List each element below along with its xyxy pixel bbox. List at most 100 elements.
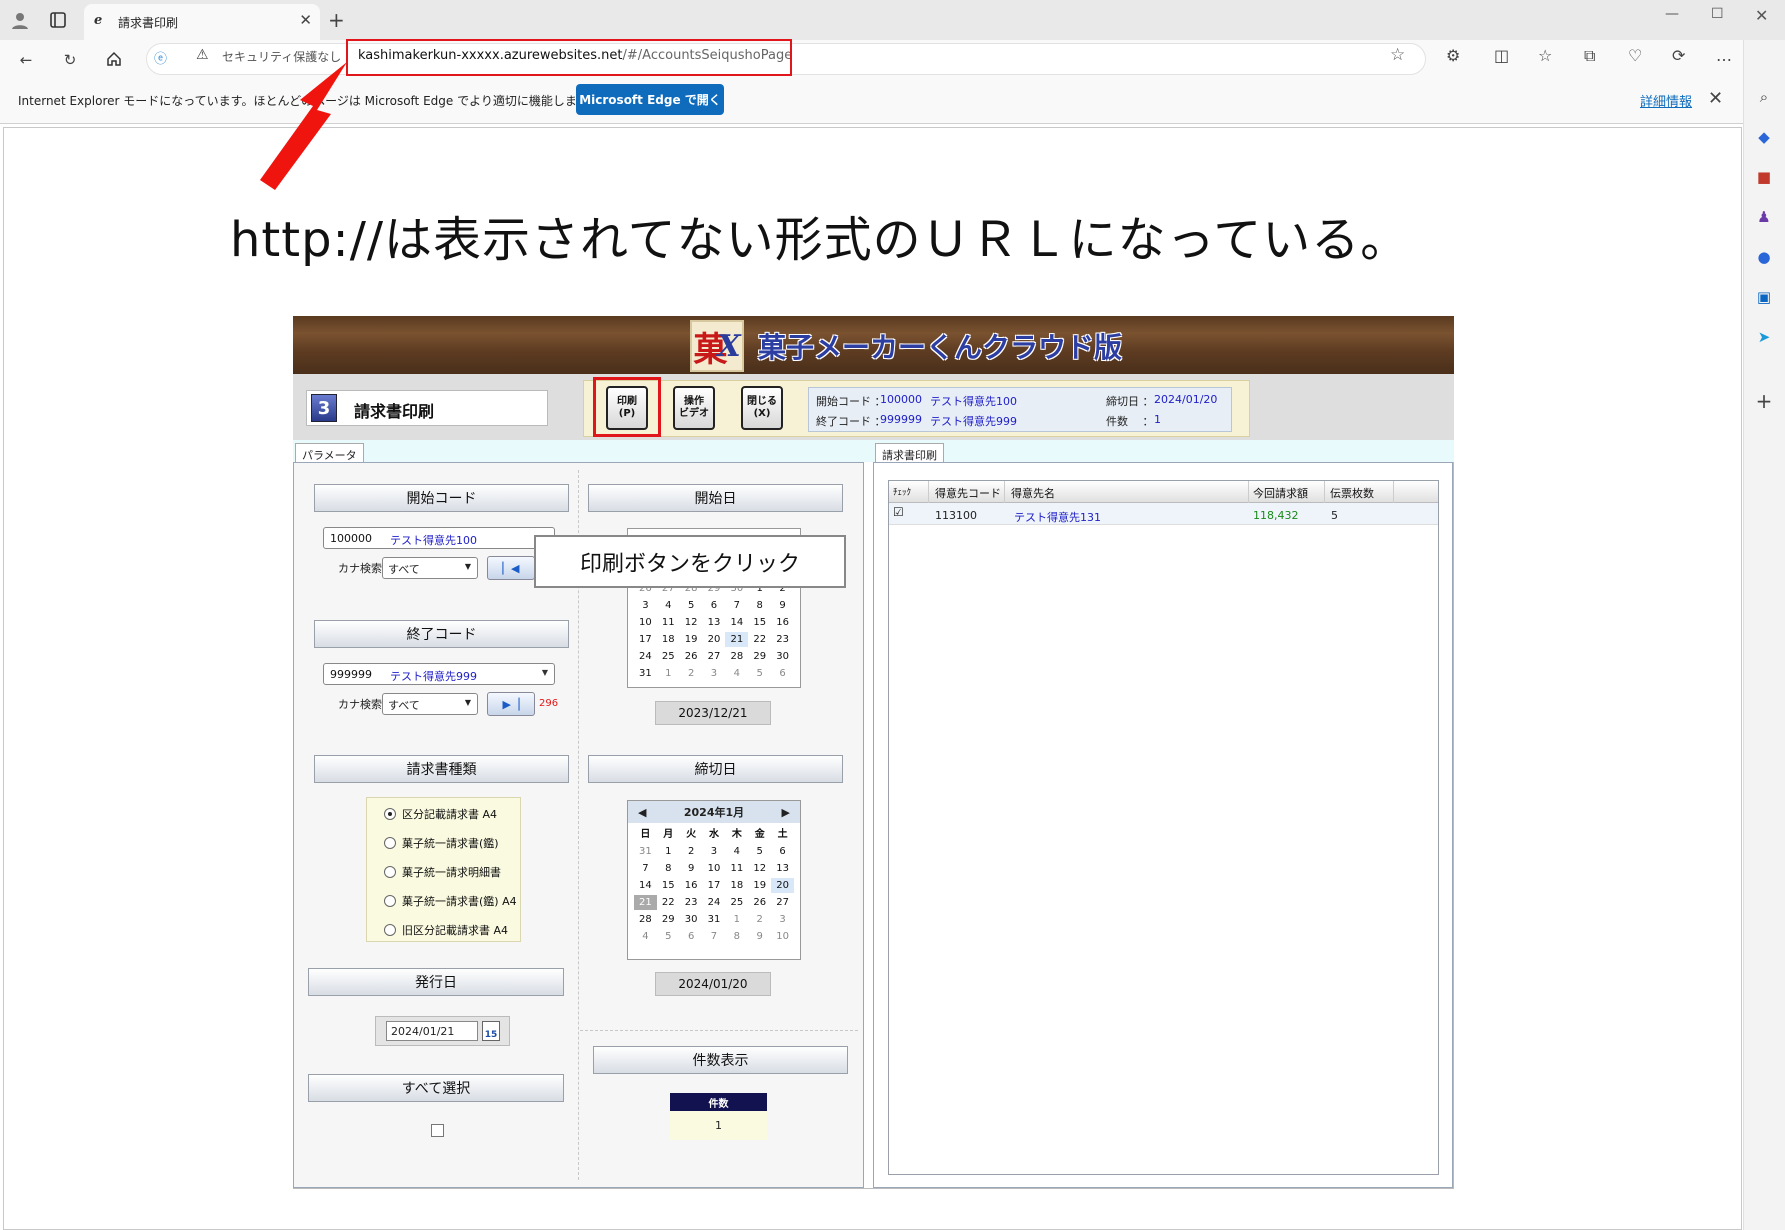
split-screen-icon[interactable]: ◫: [1494, 46, 1509, 65]
calendar-day[interactable]: 8: [725, 929, 748, 944]
invoice-kind-option[interactable]: 区分記載請求書 A4: [384, 806, 497, 822]
browser-essentials-icon[interactable]: ♡: [1628, 46, 1642, 65]
calendar-day[interactable]: 24: [634, 649, 657, 664]
warning-icon[interactable]: ⚠: [196, 47, 209, 63]
radio-icon[interactable]: [384, 866, 396, 878]
select-all-checkbox[interactable]: [431, 1124, 444, 1137]
calendar-day[interactable]: 5: [748, 666, 771, 681]
maximize-icon[interactable]: ☐: [1711, 6, 1724, 22]
calendar-day[interactable]: 18: [657, 632, 680, 647]
calendar-day[interactable]: 23: [680, 895, 703, 910]
calendar-day[interactable]: 20: [703, 632, 726, 647]
calendar-day[interactable]: 6: [680, 929, 703, 944]
ie-mode-icon[interactable]: ⓔ: [154, 48, 167, 67]
calendar-day[interactable]: 3: [634, 598, 657, 613]
open-in-edge-button[interactable]: Microsoft Edge で開く: [576, 84, 724, 115]
print-button[interactable]: 印刷 (P): [606, 386, 648, 430]
calendar-day[interactable]: 31: [634, 666, 657, 681]
drop-icon[interactable]: ➤: [1753, 326, 1775, 348]
calendar-day[interactable]: 22: [748, 632, 771, 647]
first-record-button[interactable]: ▏◀: [487, 556, 535, 580]
calendar-day[interactable]: 18: [725, 878, 748, 893]
kana-select-end[interactable]: すべて ▼: [382, 693, 478, 715]
last-record-button[interactable]: ▶▕: [487, 692, 535, 716]
tab-parameters[interactable]: パラメータ: [295, 443, 364, 463]
calendar-day[interactable]: 12: [748, 861, 771, 876]
calendar-day[interactable]: 30: [680, 912, 703, 927]
calendar-day[interactable]: 2: [680, 844, 703, 859]
calendar-day[interactable]: 17: [703, 878, 726, 893]
radio-icon[interactable]: [384, 808, 396, 820]
col-check[interactable]: ﾁｪｯｸ: [893, 485, 911, 498]
calendar-day[interactable]: 4: [634, 929, 657, 944]
calendar-day[interactable]: 2: [748, 912, 771, 927]
calendar-day[interactable]: 7: [725, 598, 748, 613]
invoice-kind-option[interactable]: 菓子統一請求書(鑑) A4: [384, 893, 517, 909]
next-month-icon[interactable]: ▶: [782, 806, 790, 819]
extensions-icon[interactable]: ⚙: [1446, 46, 1460, 65]
calendar-day[interactable]: 28: [634, 912, 657, 927]
calendar-day[interactable]: 24: [703, 895, 726, 910]
calendar-day[interactable]: 8: [748, 598, 771, 613]
calendar-day[interactable]: 8: [657, 861, 680, 876]
ie-reload-icon[interactable]: ⟳: [1672, 46, 1685, 65]
more-icon[interactable]: …: [1716, 46, 1732, 65]
shopping-tag-icon[interactable]: ◆: [1753, 126, 1775, 148]
calendar-day[interactable]: 16: [680, 878, 703, 893]
row-checkbox-icon[interactable]: ☑: [893, 505, 904, 519]
calendar-day[interactable]: 3: [703, 666, 726, 681]
tools-icon[interactable]: ■: [1753, 166, 1775, 188]
calendar-day[interactable]: 27: [771, 895, 794, 910]
calendar-day[interactable]: 6: [771, 844, 794, 859]
calendar-day[interactable]: 14: [725, 615, 748, 630]
end-code-combo[interactable]: 999999 テスト得意先999 ▼: [323, 663, 555, 685]
calendar-day[interactable]: 4: [657, 598, 680, 613]
calendar-day[interactable]: 30: [771, 649, 794, 664]
radio-icon[interactable]: [384, 837, 396, 849]
invoice-kind-option[interactable]: 菓子統一請求書(鑑): [384, 835, 499, 851]
calendar-day[interactable]: 17: [634, 632, 657, 647]
tab-active[interactable]: e 請求書印刷 ✕: [84, 4, 320, 40]
calendar-day[interactable]: 15: [748, 615, 771, 630]
kana-select-start[interactable]: すべて ▼: [382, 557, 478, 579]
calendar-day[interactable]: 19: [680, 632, 703, 647]
calendar-day[interactable]: 12: [680, 615, 703, 630]
calendar-day[interactable]: 5: [748, 844, 771, 859]
calendar-day[interactable]: 23: [771, 632, 794, 647]
outlook-icon[interactable]: ▣: [1753, 286, 1775, 308]
m365-icon[interactable]: ●: [1753, 246, 1775, 268]
calendar-day[interactable]: 16: [771, 615, 794, 630]
calendar-day[interactable]: 10: [634, 615, 657, 630]
start-code-combo[interactable]: 100000 テスト得意先100: [323, 527, 555, 549]
calendar-day[interactable]: 11: [725, 861, 748, 876]
invoice-kind-option[interactable]: 菓子統一請求明細書: [384, 864, 501, 880]
col-customer-code[interactable]: 得意先コード: [935, 485, 1001, 501]
calendar-day[interactable]: 7: [703, 929, 726, 944]
calendar-day[interactable]: 28: [725, 649, 748, 664]
calendar-day[interactable]: 9: [771, 598, 794, 613]
calendar-day[interactable]: 9: [748, 929, 771, 944]
calendar-day[interactable]: 26: [748, 895, 771, 910]
calendar-day[interactable]: 29: [748, 649, 771, 664]
calendar-day[interactable]: 5: [657, 929, 680, 944]
calendar-day[interactable]: 25: [725, 895, 748, 910]
prev-month-icon[interactable]: ◀: [638, 806, 646, 819]
radio-icon[interactable]: [384, 924, 396, 936]
search-icon[interactable]: ⌕: [1753, 86, 1775, 108]
calendar-day[interactable]: 1: [657, 666, 680, 681]
calendar-day[interactable]: 15: [657, 878, 680, 893]
cutoff-calendar[interactable]: ◀ 2024年1月 ▶ 日月火水木金土 31 1 2 3 4 5 6 7 8 9 10 11 12 13 14…: [627, 800, 801, 960]
calendar-day[interactable]: 10: [771, 929, 794, 944]
issue-date-input[interactable]: 2024/01/21: [386, 1021, 478, 1041]
calendar-day[interactable]: 5: [680, 598, 703, 613]
favorite-star-icon[interactable]: ☆: [1390, 45, 1405, 65]
minimize-icon[interactable]: —: [1665, 6, 1679, 22]
ie-bar-close-icon[interactable]: ✕: [1708, 88, 1723, 109]
calendar-day[interactable]: 29: [657, 912, 680, 927]
invoice-kind-option[interactable]: 旧区分記載請求書 A4: [384, 922, 508, 938]
back-icon[interactable]: ←: [14, 48, 38, 72]
refresh-icon[interactable]: ↻: [58, 48, 82, 72]
calendar-icon[interactable]: 15: [482, 1021, 500, 1041]
calendar-day[interactable]: 3: [703, 844, 726, 859]
calendar-day[interactable]: 10: [703, 861, 726, 876]
